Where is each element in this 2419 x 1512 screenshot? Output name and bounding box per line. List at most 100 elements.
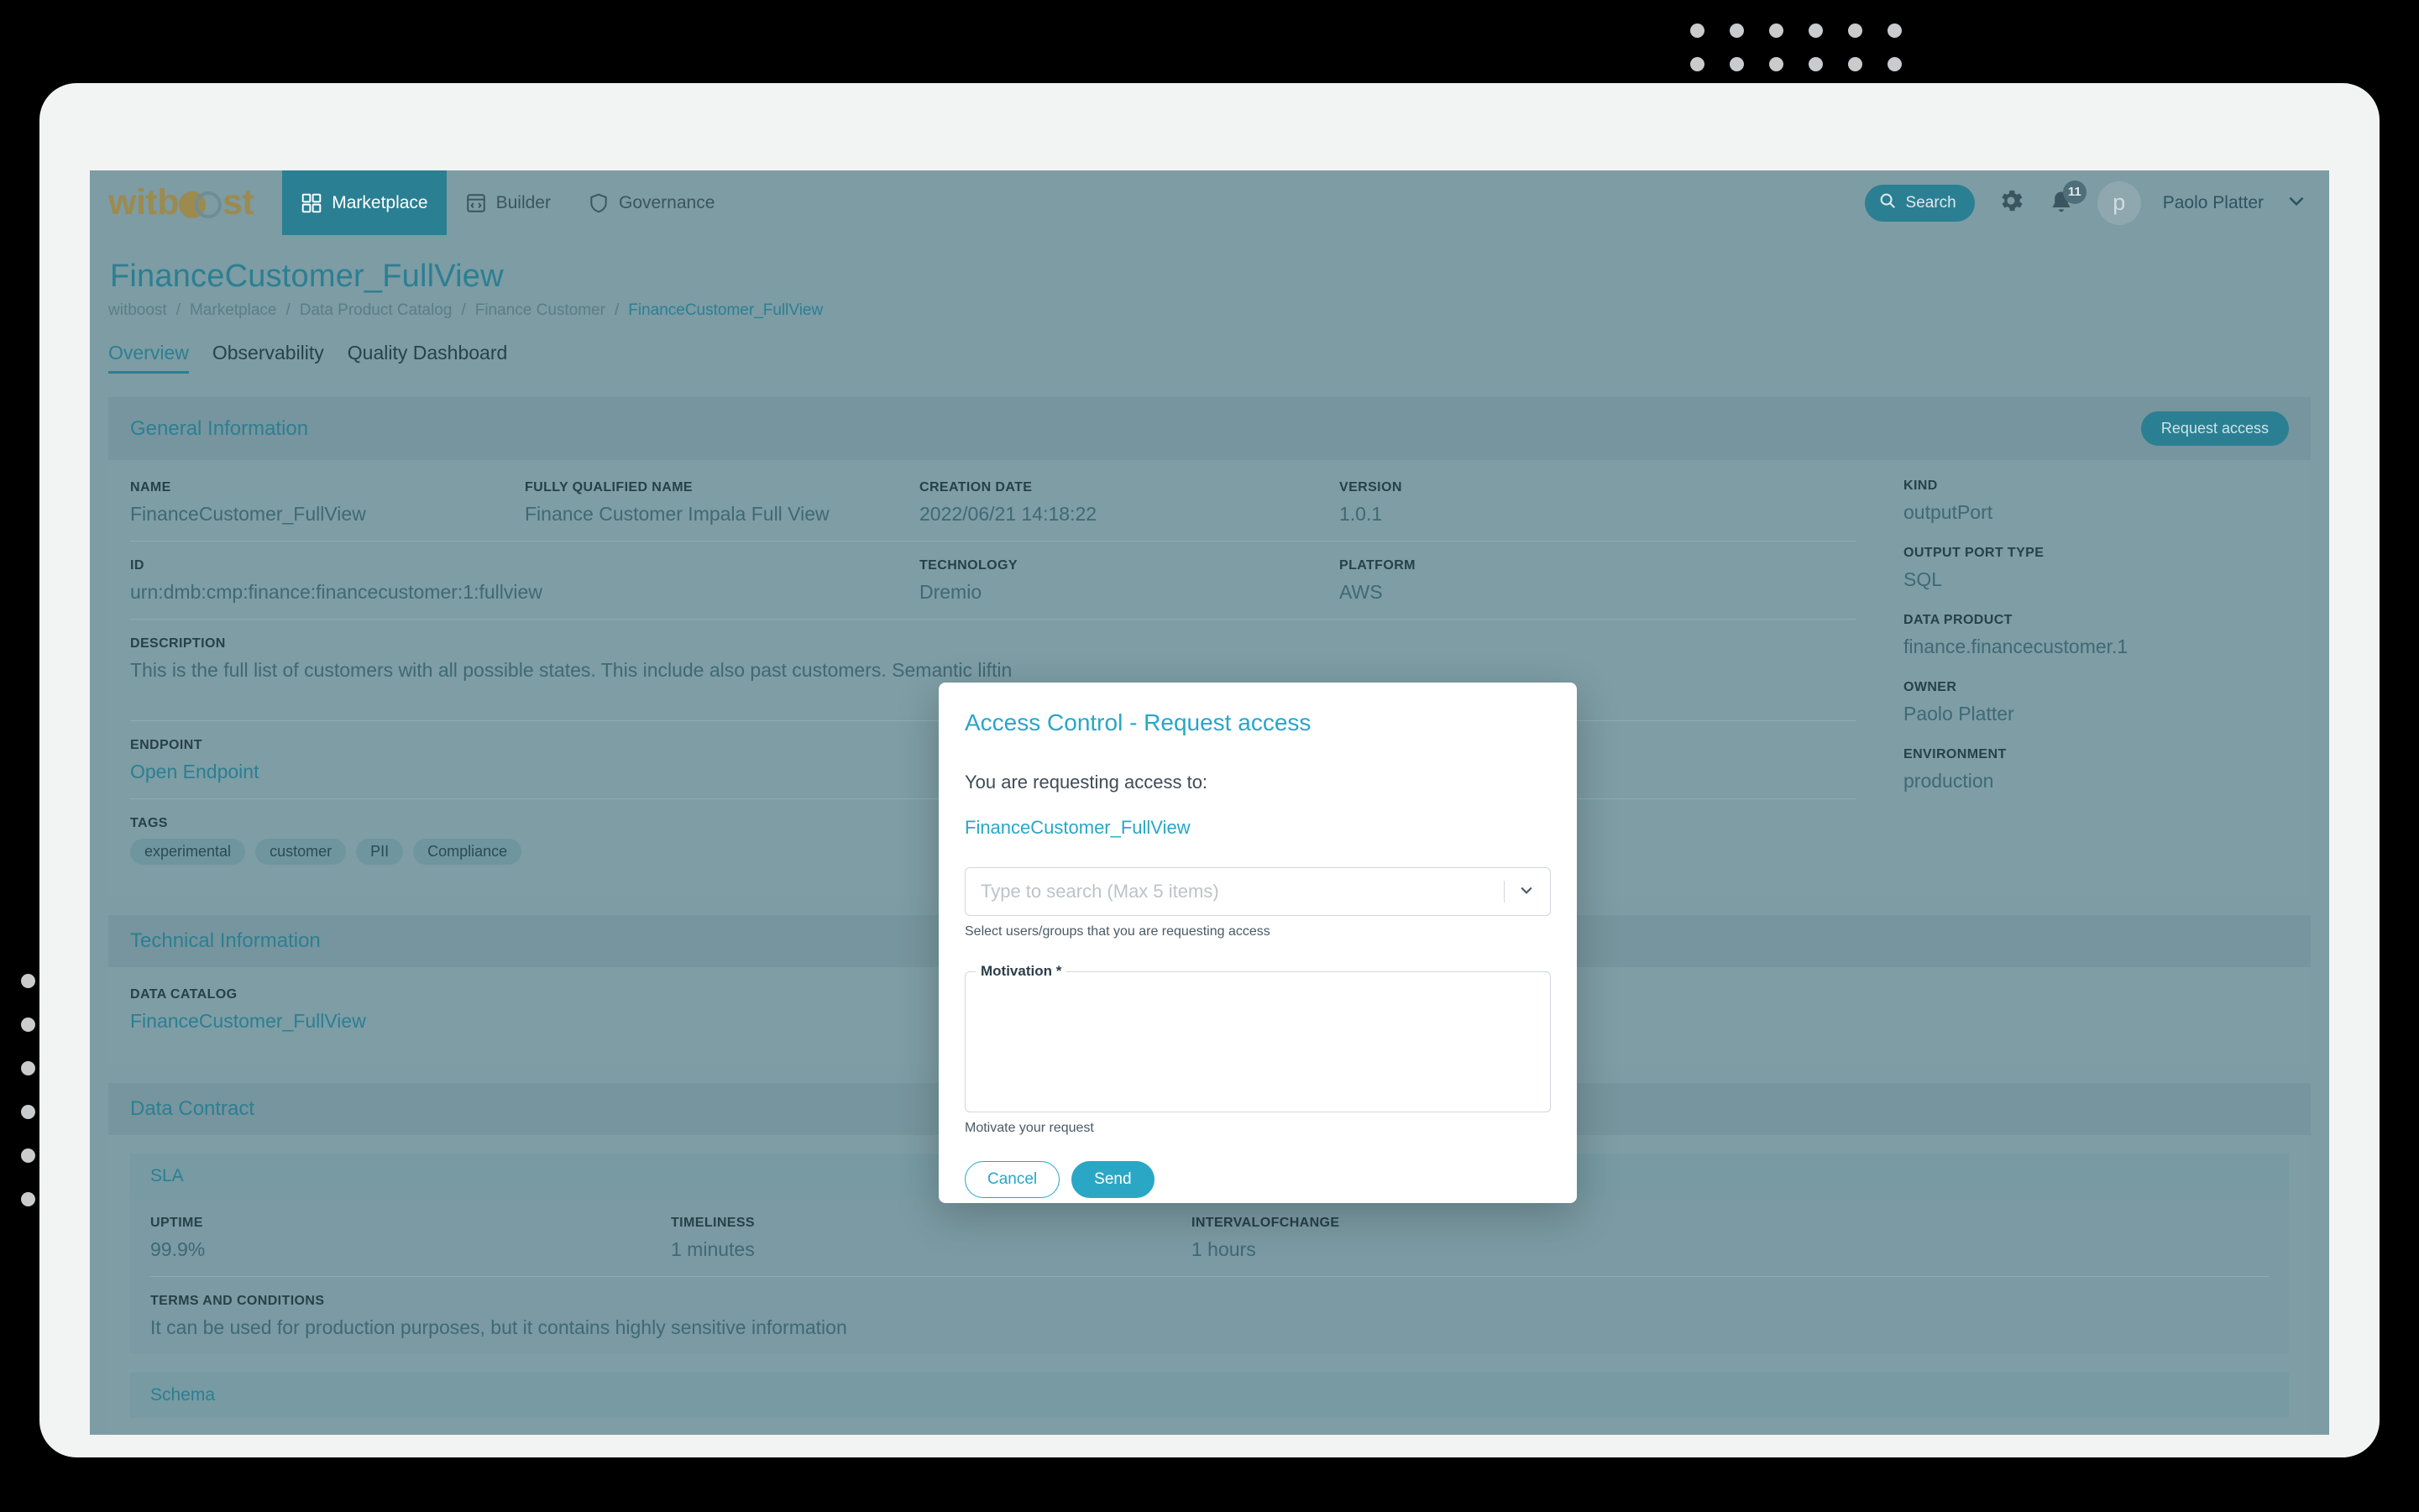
sla-value-intervalofchange: 1 hours	[1191, 1238, 1256, 1260]
nav-item-governance[interactable]: Governance	[569, 170, 733, 235]
bell-icon	[2047, 191, 2076, 222]
general-information-heading: General Information	[130, 416, 309, 440]
top-navigation-right: Search 11 p Paolo Platter	[1864, 180, 2329, 225]
logo-circles-icon	[178, 186, 223, 220]
screenshot-root: witb st Marketplace Builder Governance S…	[0, 0, 2419, 1512]
tab-observability[interactable]: Observability	[212, 342, 324, 374]
field-label-platform: PLATFORM	[1339, 558, 1416, 573]
field-value-technology: Dremio	[919, 581, 982, 603]
tag-item[interactable]: customer	[255, 839, 347, 865]
device-frame: witb st Marketplace Builder Governance S…	[39, 83, 2380, 1457]
breadcrumb-separator: /	[175, 301, 181, 319]
breadcrumb-item-1[interactable]: Marketplace	[190, 301, 277, 320]
modal-title: Access Control - Request access	[965, 709, 1312, 735]
breadcrumb-item-0[interactable]: witboost	[108, 301, 167, 320]
sla-label-intervalofchange: INTERVALOFCHANGE	[1191, 1216, 1340, 1230]
search-icon	[1878, 191, 1897, 215]
request-access-modal: Access Control - Request access You are …	[939, 683, 1577, 1203]
modal-target-link[interactable]: FinanceCustomer_FullView	[965, 817, 1551, 839]
tag-item[interactable]: experimental	[130, 839, 246, 865]
field-id: ID urn:dmb:cmp:finance:financecustomer:1…	[130, 558, 919, 604]
nav-label-builder: Builder	[495, 192, 551, 212]
modal-lead-text: You are requesting access to:	[965, 772, 1208, 793]
user-name-label: Paolo Platter	[2162, 192, 2264, 212]
breadcrumb: witboost / Marketplace / Data Product Ca…	[108, 301, 2311, 342]
meta-data-product: DATA PRODUCT finance.financecustomer.1	[1903, 613, 2311, 658]
breadcrumb-separator: /	[461, 301, 466, 319]
tag-item[interactable]: Compliance	[413, 839, 522, 865]
sla-uptime: UPTIME 99.9%	[150, 1216, 671, 1261]
field-technology: TECHNOLOGY Dremio	[919, 558, 1339, 604]
field-value-id: urn:dmb:cmp:finance:financecustomer:1:fu…	[130, 581, 542, 603]
meta-label-environment: ENVIRONMENT	[1903, 747, 2007, 761]
nav-label-governance: Governance	[618, 192, 715, 212]
field-name: NAME FinanceCustomer_FullView	[130, 480, 525, 526]
request-access-button[interactable]: Request access	[2140, 411, 2289, 446]
sla-intervalofchange: INTERVALOFCHANGE 1 hours	[1191, 1216, 2269, 1261]
tab-bar: Overview Observability Quality Dashboard	[108, 342, 2311, 380]
user-group-search-input[interactable]	[981, 881, 1504, 902]
avatar-initial: p	[2113, 190, 2126, 215]
motivation-label: Motivation *	[981, 963, 1062, 979]
schema-heading: Schema	[150, 1385, 216, 1405]
chevron-down-icon[interactable]	[1518, 882, 1535, 902]
tab-overview[interactable]: Overview	[108, 342, 189, 374]
page-title: FinanceCustomer_FullView	[110, 259, 504, 294]
avatar[interactable]: p	[2097, 180, 2141, 225]
breadcrumb-item-2[interactable]: Data Product Catalog	[300, 301, 453, 320]
sla-metrics-row: UPTIME 99.9% TIMELINESS 1 minutes INTERV…	[150, 1199, 2269, 1276]
notifications-button[interactable]: 11	[2047, 180, 2087, 218]
motivation-field: Motivation *	[965, 963, 1551, 1112]
meta-value-owner: Paolo Platter	[1903, 703, 2014, 725]
nav-item-marketplace[interactable]: Marketplace	[282, 170, 447, 235]
breadcrumb-item-3[interactable]: Finance Customer	[475, 301, 605, 320]
field-value-version: 1.0.1	[1339, 503, 1383, 525]
field-value-creation-date: 2022/06/21 14:18:22	[919, 503, 1097, 525]
chevron-down-icon[interactable]	[2285, 190, 2307, 216]
general-info-row-1: NAME FinanceCustomer_FullView FULLY QUAL…	[130, 463, 1856, 541]
field-creation-date: CREATION DATE 2022/06/21 14:18:22	[919, 480, 1339, 526]
send-button[interactable]: Send	[1071, 1161, 1155, 1198]
breadcrumb-separator: /	[614, 301, 620, 319]
field-value-terms-and-conditions: It can be used for production purposes, …	[150, 1316, 847, 1338]
meta-label-data-product: DATA PRODUCT	[1903, 613, 2013, 627]
cancel-button[interactable]: Cancel	[965, 1161, 1060, 1198]
meta-value-environment: production	[1903, 770, 1994, 792]
breadcrumb-item-4[interactable]: FinanceCustomer_FullView	[628, 301, 823, 320]
witboost-logo[interactable]: witb st	[108, 182, 254, 223]
logo-text-after: st	[222, 182, 254, 222]
select-separator	[1504, 881, 1505, 902]
motivation-hint: Motivate your request	[965, 1121, 1094, 1135]
modal-actions: Cancel Send	[965, 1161, 1551, 1198]
field-label-creation-date: CREATION DATE	[919, 480, 1033, 494]
field-value-description: This is the full list of customers with …	[130, 659, 1013, 681]
meta-label-kind: KIND	[1903, 479, 1938, 493]
gear-icon[interactable]	[1997, 186, 2025, 219]
user-group-select[interactable]	[965, 867, 1551, 916]
meta-output-port-type: OUTPUT PORT TYPE SQL	[1903, 546, 2311, 591]
field-value-platform: AWS	[1339, 581, 1383, 603]
field-label-terms-and-conditions: TERMS AND CONDITIONS	[150, 1294, 325, 1308]
nav-label-marketplace: Marketplace	[332, 192, 428, 212]
breadcrumb-separator: /	[285, 301, 291, 319]
field-label-name: NAME	[130, 480, 171, 494]
meta-label-output-port-type: OUTPUT PORT TYPE	[1903, 546, 2045, 560]
technical-information-heading: Technical Information	[130, 929, 321, 952]
logo-text-before: witb	[108, 182, 179, 222]
sla-value-timeliness: 1 minutes	[671, 1238, 755, 1260]
tag-item[interactable]: PII	[356, 839, 404, 865]
meta-value-output-port-type: SQL	[1903, 568, 1943, 590]
tab-quality-dashboard[interactable]: Quality Dashboard	[348, 342, 508, 374]
field-label-technology: TECHNOLOGY	[919, 558, 1018, 573]
meta-value-kind: outputPort	[1903, 501, 1993, 523]
sla-label-timeliness: TIMELINESS	[671, 1216, 756, 1230]
motivation-textarea[interactable]	[966, 980, 1550, 1112]
metadata-sidebar: KIND outputPort OUTPUT PORT TYPE SQL DAT…	[1878, 460, 2311, 814]
top-navigation-bar: witb st Marketplace Builder Governance S…	[90, 170, 2329, 235]
meta-label-owner: OWNER	[1903, 680, 1957, 694]
data-contract-heading: Data Contract	[130, 1097, 255, 1120]
search-button[interactable]: Search	[1864, 184, 1975, 222]
user-group-hint: Select users/groups that you are request…	[965, 924, 1270, 939]
nav-item-builder[interactable]: Builder	[447, 170, 569, 235]
code-window-icon	[465, 192, 487, 214]
